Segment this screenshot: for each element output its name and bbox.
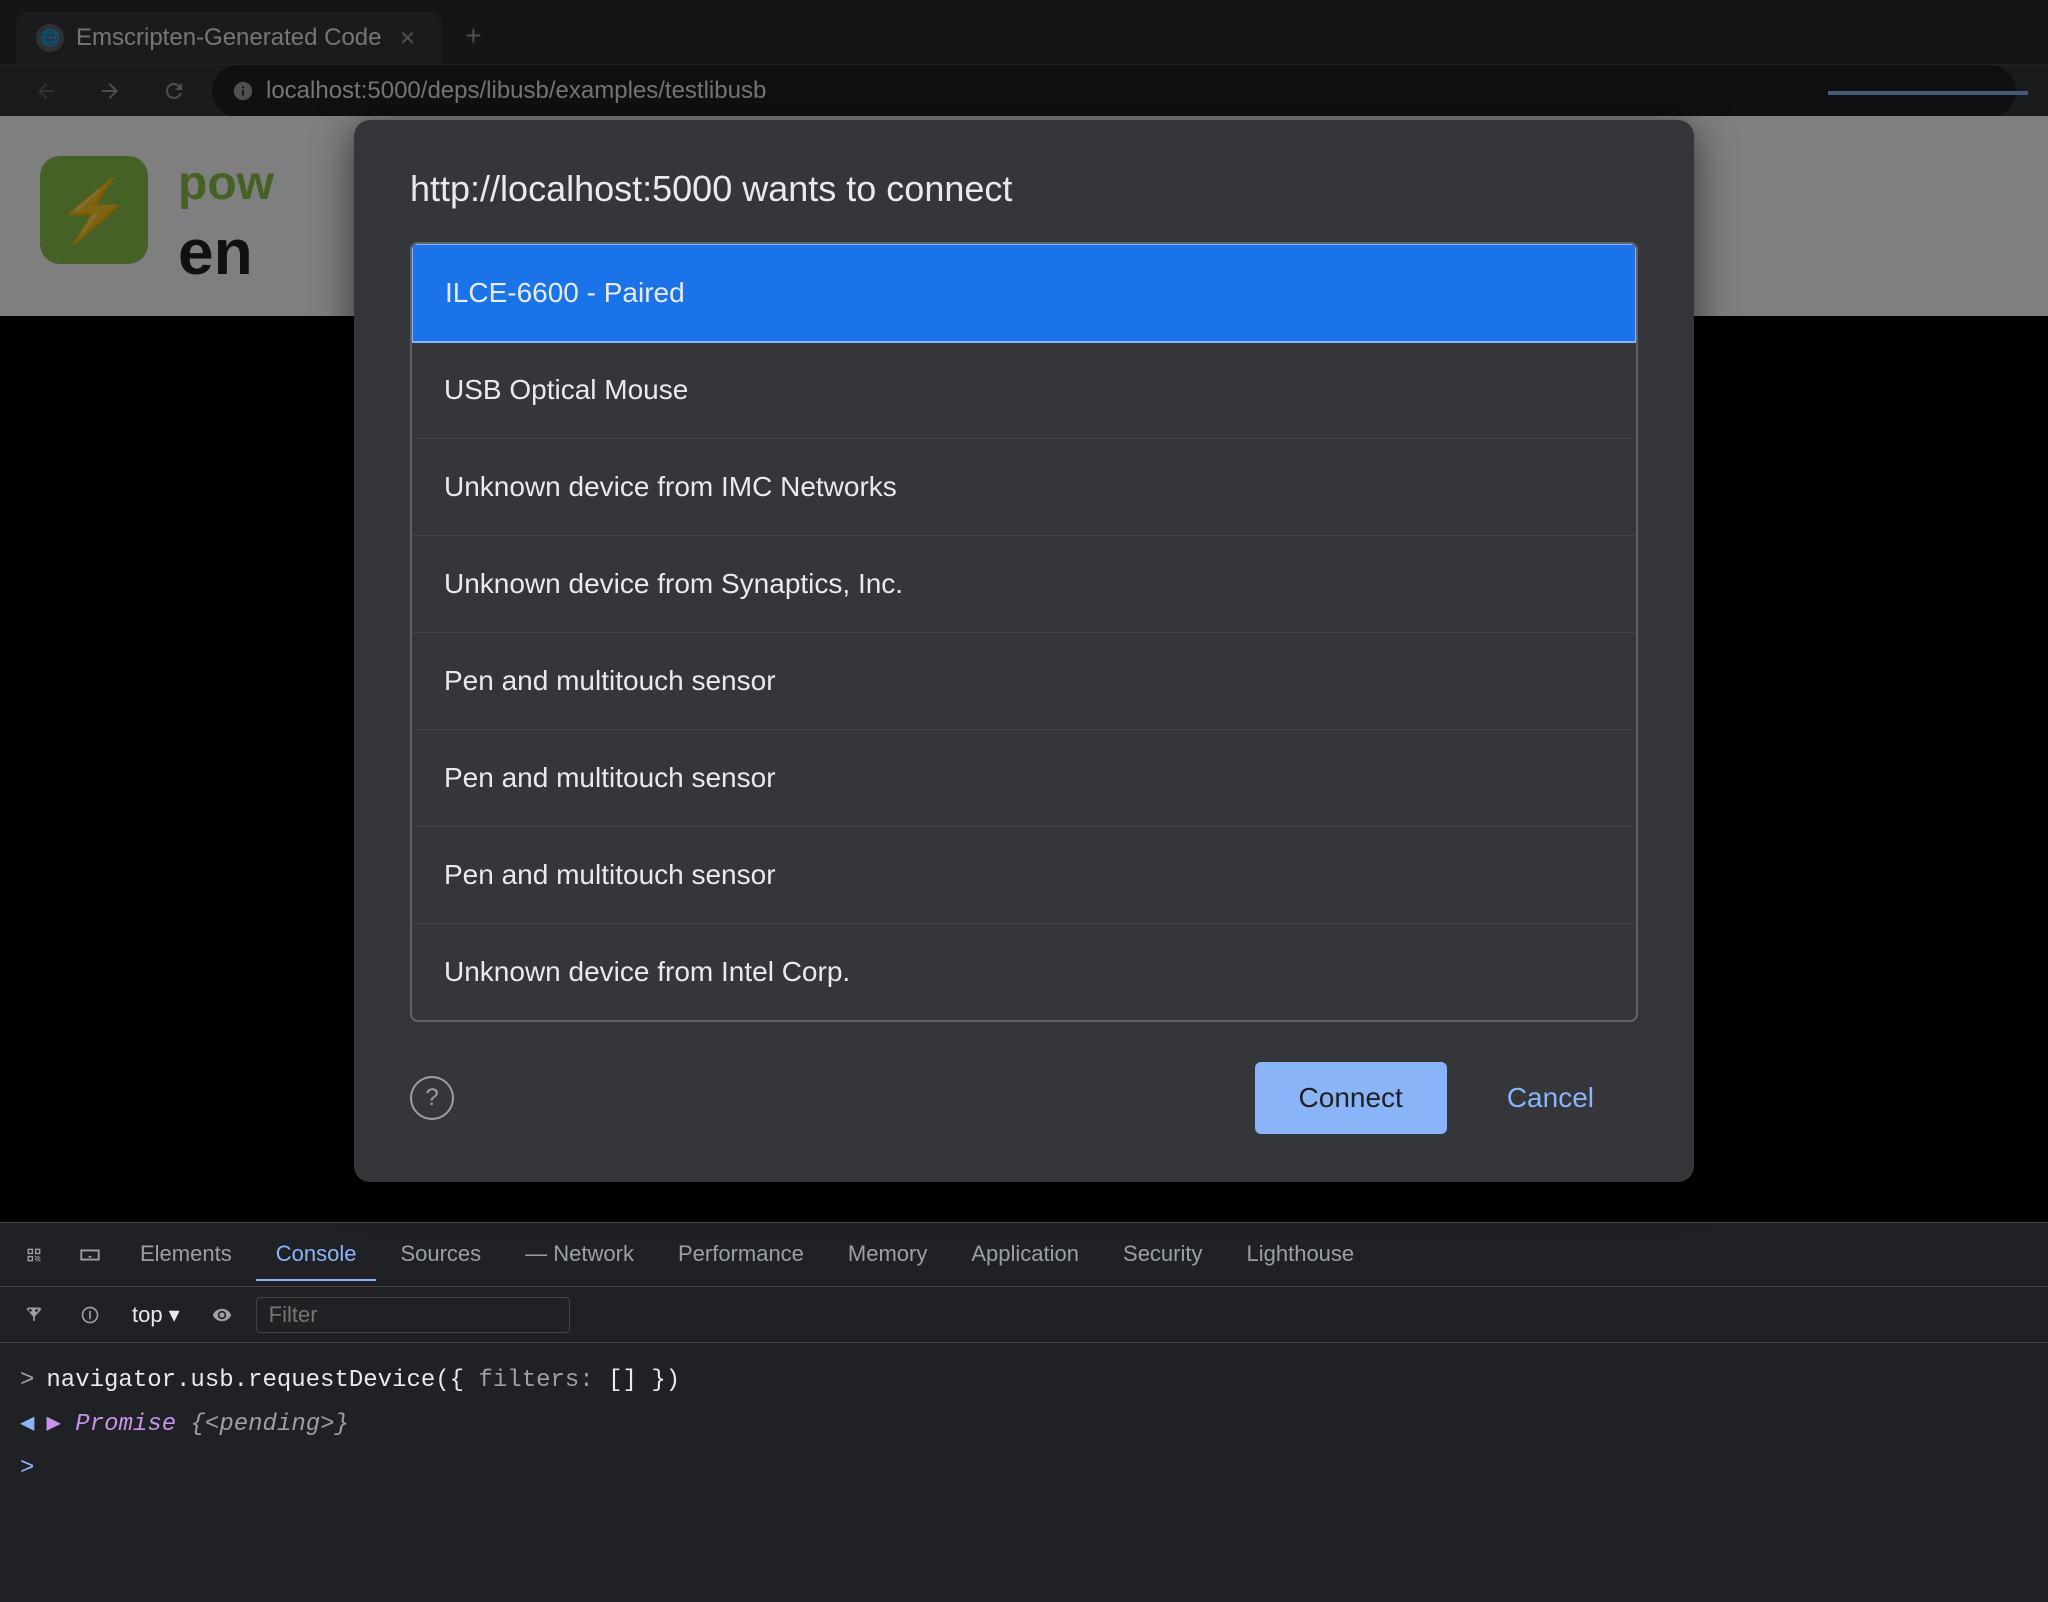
device-item-0[interactable]: ILCE-6600 - Paired [411,243,1637,343]
devtools-tab-bar: Elements Console Sources — Network Perfo… [0,1223,2048,1287]
device-item-5[interactable]: Pen and multitouch sensor [412,730,1636,827]
dialog-buttons: Connect Cancel [1255,1062,1638,1134]
console-arrow-2: ◀ [20,1407,34,1443]
console-line-1: > navigator.usb.requestDevice({ filters:… [20,1359,2028,1403]
tab-lighthouse[interactable]: Lighthouse [1227,1229,1375,1281]
devtools-panel: Elements Console Sources — Network Perfo… [0,1222,2048,1602]
console-code-1: navigator.usb.requestDevice({ filters: [… [46,1363,680,1399]
console-eye-button[interactable] [200,1293,244,1337]
devtools-console-toolbar: top ▾ [0,1287,2048,1343]
console-clear-button[interactable] [12,1293,56,1337]
devtools-inspect-button[interactable] [8,1229,60,1281]
context-dropdown[interactable]: top ▾ [124,1298,188,1332]
tab-sources[interactable]: Sources [380,1229,501,1281]
help-icon[interactable]: ? [410,1076,454,1120]
console-line-2: ◀ ▶ Promise {<pending>} [20,1403,2028,1447]
chevron-down-icon: ▾ [169,1302,180,1328]
modal-overlay: http://localhost:5000 wants to connect I… [0,0,2048,1222]
console-prompt-1: > [20,1363,34,1399]
usb-dialog: http://localhost:5000 wants to connect I… [354,120,1694,1182]
cancel-button[interactable]: Cancel [1463,1062,1638,1134]
device-item-1[interactable]: USB Optical Mouse [412,342,1636,439]
tab-console[interactable]: Console [256,1229,377,1281]
device-item-6[interactable]: Pen and multitouch sensor [412,827,1636,924]
tab-elements[interactable]: Elements [120,1229,252,1281]
device-item-3[interactable]: Unknown device from Synaptics, Inc. [412,536,1636,633]
devtools-console-output: > navigator.usb.requestDevice({ filters:… [0,1343,2048,1602]
connect-button[interactable]: Connect [1255,1062,1447,1134]
tab-network[interactable]: — Network [505,1229,654,1281]
tab-memory[interactable]: Memory [828,1229,947,1281]
tab-security[interactable]: Security [1103,1229,1222,1281]
console-input-line[interactable]: > [20,1447,2028,1491]
console-promise: ▶ Promise {<pending>} [46,1407,349,1443]
dialog-footer: ? Connect Cancel [354,1062,1694,1134]
device-item-2[interactable]: Unknown device from IMC Networks [412,439,1636,536]
device-item-4[interactable]: Pen and multitouch sensor [412,633,1636,730]
console-stop-button[interactable] [68,1293,112,1337]
tab-performance[interactable]: Performance [658,1229,824,1281]
dialog-title: http://localhost:5000 wants to connect [354,168,1694,242]
device-list: ILCE-6600 - Paired USB Optical Mouse Unk… [410,242,1638,1022]
tab-application[interactable]: Application [951,1229,1099,1281]
console-filter-input[interactable] [256,1297,570,1333]
device-item-7[interactable]: Unknown device from Intel Corp. [412,924,1636,1020]
console-cursor-indicator: > [20,1451,34,1487]
devtools-device-button[interactable] [64,1229,116,1281]
